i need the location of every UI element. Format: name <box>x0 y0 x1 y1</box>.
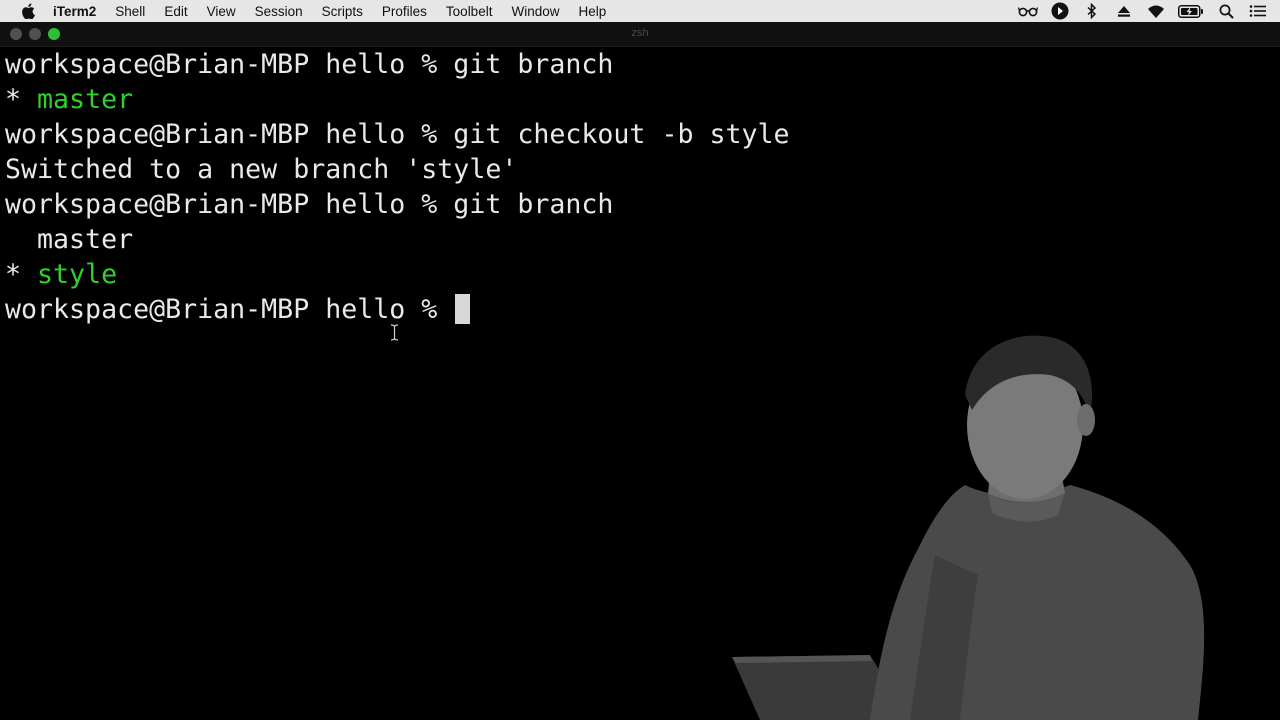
apple-menu-icon[interactable] <box>21 3 35 19</box>
current-branch: master <box>37 84 134 115</box>
line-text: workspace@Brian-MBP hello % git branch <box>5 49 614 80</box>
eject-icon[interactable] <box>1114 3 1134 19</box>
terminal-line: master <box>5 222 1275 257</box>
screen: iTerm2 Shell Edit View Session Scripts P… <box>0 0 1280 720</box>
menu-toolbelt[interactable]: Toolbelt <box>446 4 493 19</box>
terminal-output[interactable]: workspace@Brian-MBP hello % git branch *… <box>5 47 1275 327</box>
battery-charging-icon[interactable] <box>1178 3 1204 19</box>
menu-edit[interactable]: Edit <box>164 4 187 19</box>
prompt-text: workspace@Brian-MBP hello % <box>5 294 454 325</box>
menu-scripts[interactable]: Scripts <box>322 4 363 19</box>
terminal-line: Switched to a new branch 'style' <box>5 152 1275 187</box>
terminal-line: workspace@Brian-MBP hello % git branch <box>5 187 1275 222</box>
window-title: zsh <box>631 27 649 39</box>
line-text: workspace@Brian-MBP hello % git branch <box>5 189 614 220</box>
menu-session[interactable]: Session <box>255 4 303 19</box>
search-icon[interactable] <box>1216 3 1236 19</box>
media-play-icon[interactable] <box>1050 2 1070 20</box>
window-title-bar: zsh <box>0 22 1280 47</box>
terminal-line: * style <box>5 257 1275 292</box>
line-prefix: * <box>5 84 38 115</box>
presenter-video <box>732 335 1205 720</box>
menu-view[interactable]: View <box>207 4 236 19</box>
line-text: master <box>5 224 134 255</box>
list-icon[interactable] <box>1248 3 1268 19</box>
menu-window[interactable]: Window <box>511 4 559 19</box>
menu-shell[interactable]: Shell <box>115 4 145 19</box>
line-text: workspace@Brian-MBP hello % git checkout… <box>5 119 790 150</box>
wifi-icon[interactable] <box>1146 3 1166 19</box>
line-text: Switched to a new branch 'style' <box>5 154 518 185</box>
status-area <box>1018 0 1268 22</box>
ibeam-cursor-icon <box>390 324 399 341</box>
menu-bar: iTerm2 Shell Edit View Session Scripts P… <box>0 0 1280 22</box>
current-branch: style <box>37 259 118 290</box>
bluetooth-icon[interactable] <box>1082 3 1102 19</box>
terminal-line: workspace@Brian-MBP hello % git branch <box>5 47 1275 82</box>
text-cursor <box>455 294 471 324</box>
terminal-line: workspace@Brian-MBP hello % git checkout… <box>5 117 1275 152</box>
terminal-line: * master <box>5 82 1275 117</box>
menu-profiles[interactable]: Profiles <box>382 4 427 19</box>
terminal-prompt-line[interactable]: workspace@Brian-MBP hello % <box>5 292 1275 327</box>
menu-help[interactable]: Help <box>578 4 606 19</box>
glasses-icon[interactable] <box>1018 3 1038 19</box>
menu-app-name[interactable]: iTerm2 <box>53 4 96 19</box>
line-prefix: * <box>5 259 38 290</box>
